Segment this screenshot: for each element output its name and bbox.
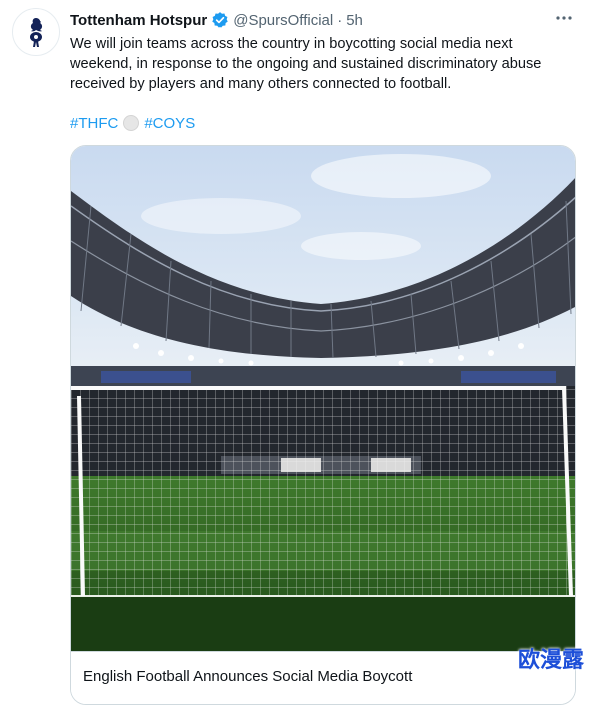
author-display-name[interactable]: Tottenham Hotspur [70,12,207,29]
hashtag-line: #THFC #COYS [70,113,195,133]
watermark-text: 欧漫露 [517,648,584,673]
link-card[interactable]: English Football Announces Social Media … [70,145,576,705]
more-dots-icon [556,16,572,20]
tweet-timestamp[interactable]: 5h [346,12,363,29]
hashtag-coys[interactable]: #COYS [144,115,195,132]
spurs-cockerel-logo-icon [30,18,43,47]
author-handle[interactable]: @SpursOfficial [233,12,333,29]
stadium-goal-net-photo [71,146,575,651]
tweet-text: We will join teams across the country in… [70,36,542,92]
verified-badge-icon [211,11,229,29]
avatar[interactable] [12,8,60,56]
hashtag-thfc[interactable]: #THFC [70,115,118,132]
more-options-button[interactable] [552,6,576,30]
tweet-header: Tottenham Hotspur @SpursOfficial · 5h [70,10,570,30]
link-card-title[interactable]: English Football Announces Social Media … [83,668,412,685]
link-card-footer: English Football Announces Social Media … [71,651,575,704]
header-separator: · [337,11,343,29]
white-circle-emoji-icon [123,115,140,131]
